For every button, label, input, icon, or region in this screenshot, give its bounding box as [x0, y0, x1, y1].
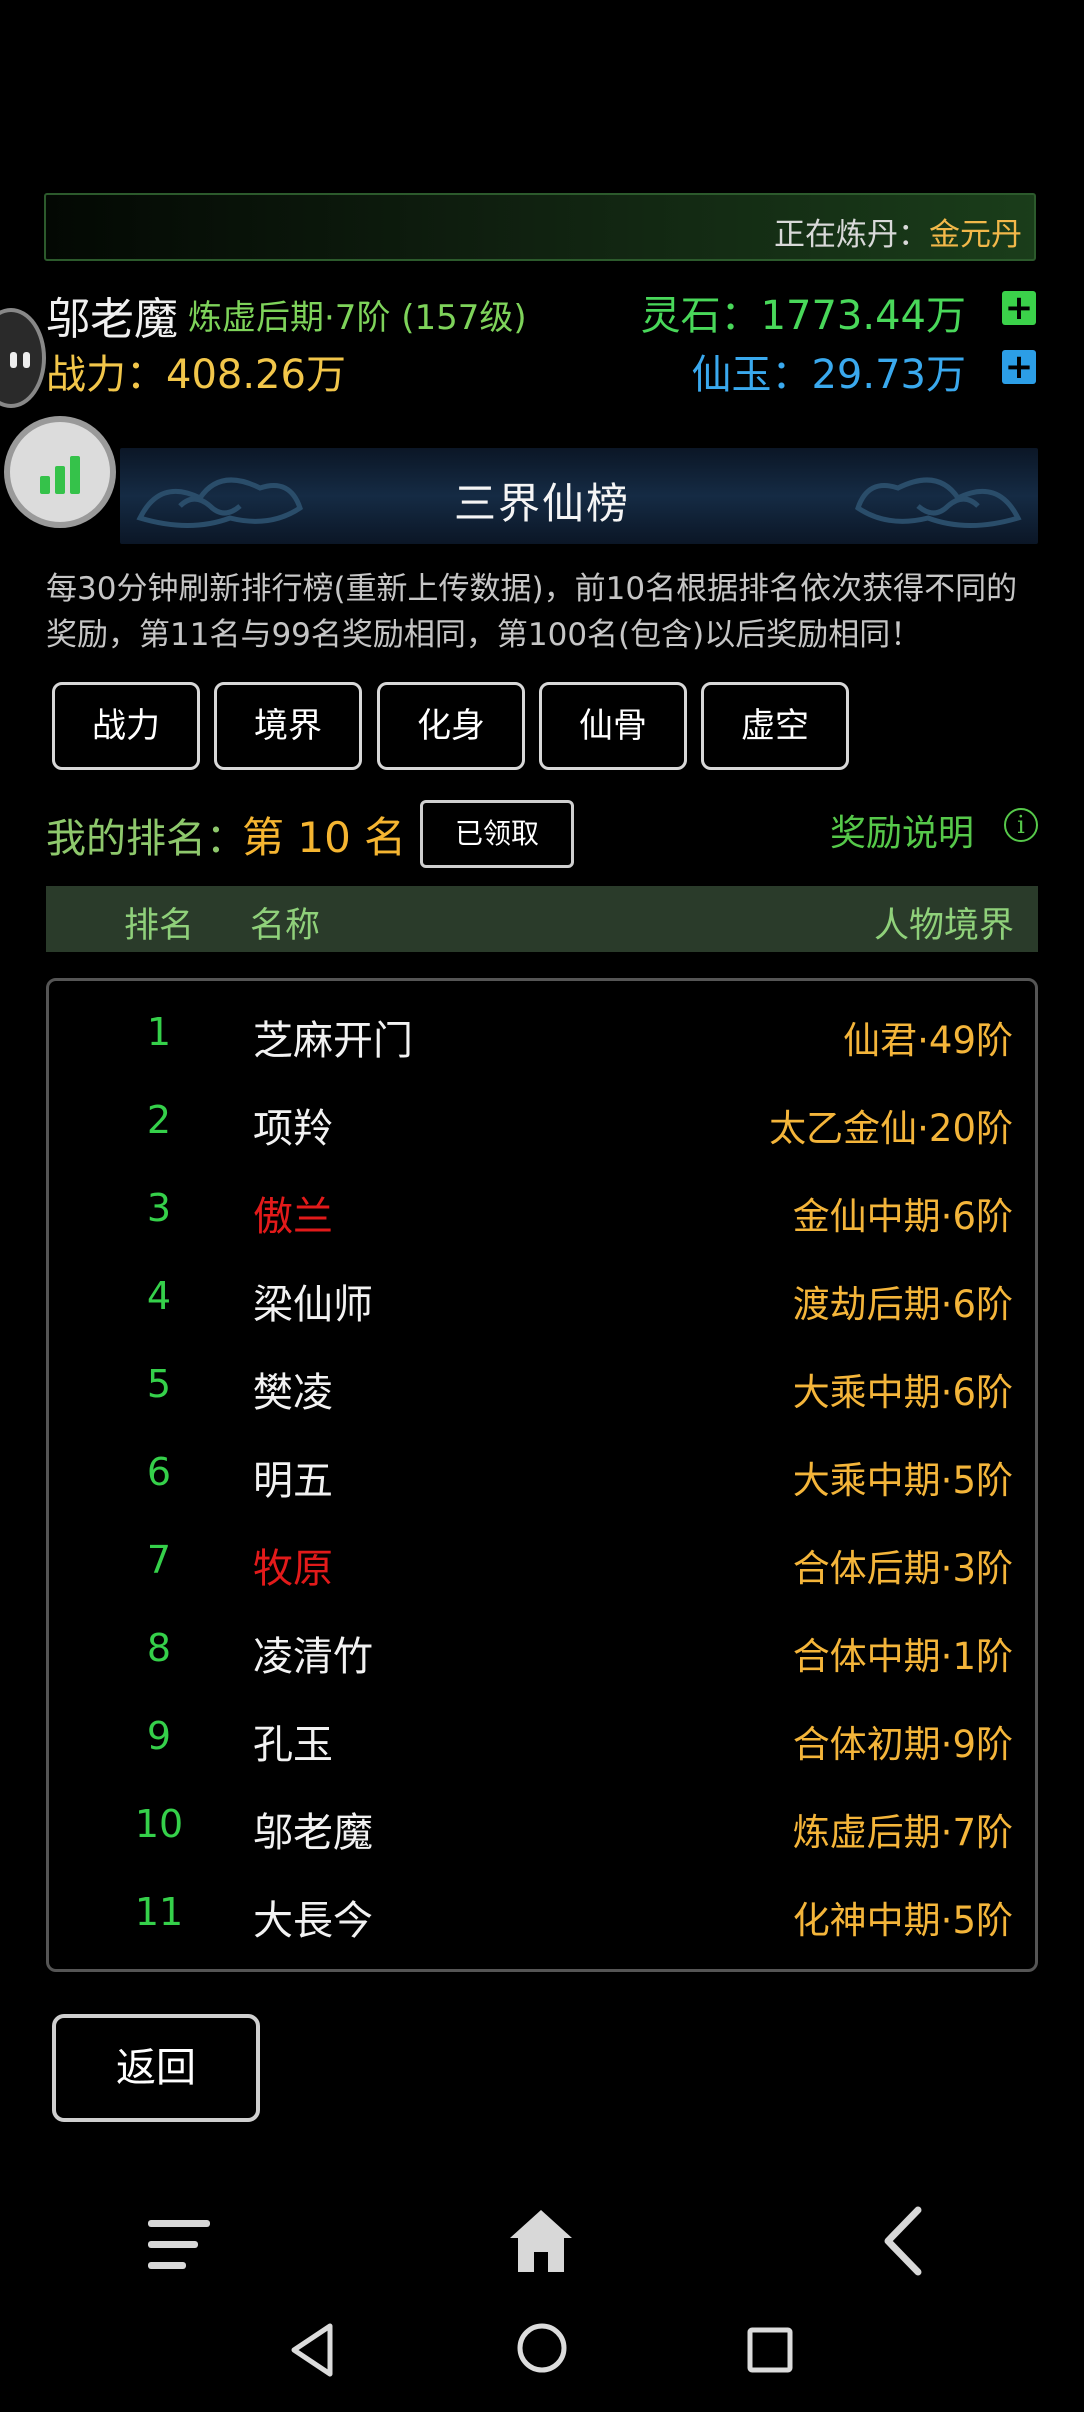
row-name: 邬老魔 [253, 1810, 373, 1856]
alchemy-label: 正在炼丹： [774, 217, 929, 253]
row-rank: 9 [146, 1714, 172, 1758]
info-icon[interactable]: i [1004, 808, 1038, 842]
tab-realm[interactable]: 境界 [214, 682, 362, 770]
tab-power[interactable]: 战力 [52, 682, 200, 770]
table-row[interactable]: 4 梁仙师 渡劫后期·6阶 [49, 1254, 1035, 1342]
alchemy-status: 正在炼丹：金元丹 [774, 209, 1022, 254]
menu-icon[interactable] [148, 2220, 212, 2270]
row-realm: 太乙金仙·20阶 [769, 1107, 1013, 1150]
system-home-icon[interactable] [516, 2322, 568, 2374]
row-realm: 大乘中期·6阶 [792, 1371, 1013, 1414]
reward-info-link[interactable]: 奖励说明 [830, 804, 974, 856]
table-row[interactable]: 1 芝麻开门 仙君·49阶 [49, 990, 1035, 1078]
row-realm: 渡劫后期·6阶 [792, 1283, 1013, 1326]
table-row[interactable]: 8 凌清竹 合体中期·1阶 [49, 1606, 1035, 1694]
table-row[interactable]: 11 大長今 化神中期·5阶 [49, 1870, 1035, 1958]
header-realm: 人物境界 [873, 906, 1014, 946]
system-back-icon[interactable] [288, 2322, 336, 2378]
page-title: 三界仙榜 [453, 479, 630, 528]
header-rank: 排名 [124, 906, 195, 946]
add-xianyu-button[interactable]: + [1002, 350, 1036, 384]
back-button[interactable]: 返回 [52, 2014, 260, 2122]
row-rank: 10 [134, 1802, 184, 1846]
table-row[interactable]: 10 邬老魔 炼虚后期·7阶 [49, 1782, 1035, 1870]
add-lingshi-button[interactable]: + [1002, 291, 1036, 325]
player-name: 邬老魔 [46, 294, 178, 345]
player-power: 战力：408.26万 [46, 352, 346, 398]
lingshi-amount: 灵石：1773.44万 [640, 293, 966, 339]
row-rank: 6 [146, 1450, 172, 1494]
row-name: 项羚 [253, 1106, 333, 1152]
claimed-button[interactable]: 已领取 [420, 800, 574, 868]
row-name: 樊凌 [253, 1370, 333, 1416]
row-rank: 3 [146, 1186, 172, 1230]
row-name: 凌清竹 [253, 1634, 373, 1680]
row-name: 明五 [253, 1458, 333, 1504]
tab-avatar[interactable]: 化身 [377, 682, 525, 770]
xianyu-amount: 仙玉：29.73万 [691, 352, 966, 398]
system-recent-icon[interactable] [746, 2326, 794, 2374]
row-rank: 7 [146, 1538, 172, 1582]
row-name: 大長今 [253, 1898, 373, 1944]
row-realm: 合体后期·3阶 [792, 1547, 1013, 1590]
tab-void[interactable]: 虚空 [701, 682, 849, 770]
ranking-list[interactable]: 1 芝麻开门 仙君·49阶 2 项羚 太乙金仙·20阶 3 傲兰 金仙中期·6阶… [46, 978, 1038, 1972]
table-row[interactable]: 7 牧原 合体后期·3阶 [49, 1518, 1035, 1606]
chevron-left-icon[interactable] [880, 2206, 924, 2276]
row-realm: 合体初期·9阶 [792, 1723, 1013, 1766]
pause-icon [10, 352, 30, 368]
tab-immortal-bone[interactable]: 仙骨 [539, 682, 687, 770]
row-realm: 大乘中期·5阶 [792, 1459, 1013, 1502]
row-realm: 仙君·49阶 [843, 1019, 1013, 1062]
row-name: 孔玉 [253, 1722, 333, 1768]
my-rank-value: 第 10 名 [242, 813, 407, 862]
row-rank: 2 [146, 1098, 172, 1142]
row-realm: 金仙中期·6阶 [792, 1195, 1013, 1238]
table-row[interactable]: 2 项羚 太乙金仙·20阶 [49, 1078, 1035, 1166]
player-realm: 炼虚后期·7阶 (157级) [188, 298, 527, 338]
my-rank-label: 我的排名： [46, 816, 246, 862]
floating-chat-icon[interactable] [0, 308, 46, 408]
row-name: 傲兰 [253, 1194, 333, 1240]
table-row[interactable]: 6 明五 大乘中期·5阶 [49, 1430, 1035, 1518]
row-name: 牧原 [253, 1546, 333, 1592]
ranking-rules-text: 每30分钟刷新排行榜(重新上传数据)，前10名根据排名依次获得不同的奖励，第11… [46, 571, 1018, 653]
row-rank: 5 [146, 1362, 172, 1406]
row-realm: 炼虚后期·7阶 [792, 1811, 1013, 1854]
row-name: 梁仙师 [253, 1282, 373, 1328]
row-realm: 化神中期·5阶 [792, 1899, 1013, 1942]
table-row[interactable]: 5 樊凌 大乘中期·6阶 [49, 1342, 1035, 1430]
row-rank: 8 [146, 1626, 172, 1670]
header-name: 名称 [250, 906, 321, 946]
table-row[interactable]: 3 傲兰 金仙中期·6阶 [49, 1166, 1035, 1254]
row-rank: 4 [146, 1274, 172, 1318]
row-rank: 1 [146, 1010, 172, 1054]
row-rank: 11 [134, 1890, 184, 1934]
alchemy-status-bar: 正在炼丹：金元丹 [44, 193, 1036, 261]
alchemy-value: 金元丹 [929, 217, 1022, 253]
home-icon[interactable] [508, 2208, 574, 2274]
row-realm: 合体中期·1阶 [792, 1635, 1013, 1678]
table-row[interactable]: 9 孔玉 合体初期·9阶 [49, 1694, 1035, 1782]
row-name: 芝麻开门 [253, 1018, 413, 1064]
